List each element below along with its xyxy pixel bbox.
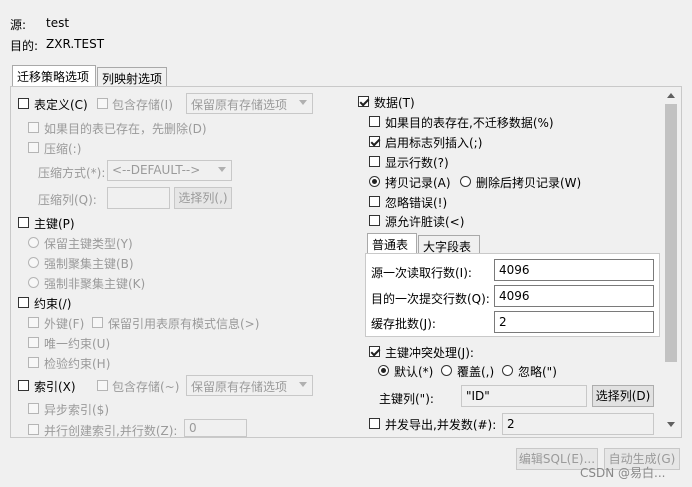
keep-pk-type-radio[interactable]: [28, 237, 39, 248]
identity-insert-label: 启用标志列插入(;): [385, 136, 483, 150]
scroll-thumb[interactable]: [665, 104, 677, 362]
tab-migration-strategy[interactable]: 迁移策略选项: [12, 65, 96, 87]
dirty-read-label: 源允许脏读(<): [385, 215, 465, 229]
cache-batches-label: 缓存批数(J):: [371, 317, 436, 331]
subtab-lob-table[interactable]: 大字段表: [418, 235, 480, 255]
pk-col-input[interactable]: "ID": [461, 385, 587, 407]
select-col-button[interactable]: 选择列(,): [174, 187, 232, 209]
parallel-index-label: 并行创建索引,并行数(Z):: [44, 424, 178, 438]
chevron-down-icon: [218, 167, 226, 172]
pk-conflict-checkbox[interactable]: [369, 346, 380, 357]
read-rows-input[interactable]: 4096: [494, 259, 654, 281]
pk-default-label: 默认(*): [394, 365, 434, 379]
target-label: 目的:: [10, 39, 39, 53]
data-checkbox[interactable]: [358, 96, 369, 107]
cache-batches-input[interactable]: 2: [494, 311, 654, 333]
pk-ignore-radio[interactable]: [502, 365, 513, 376]
copy-records-radio[interactable]: [369, 176, 380, 187]
compress-label: 压缩(:): [44, 142, 82, 156]
scroll-down-icon[interactable]: [667, 422, 675, 427]
force-noncluster-pk-radio[interactable]: [28, 277, 39, 288]
dirty-read-checkbox[interactable]: [369, 215, 380, 226]
parallel-export-checkbox[interactable]: [369, 418, 380, 429]
table-def-label: 表定义(C): [34, 98, 88, 112]
drop-if-exists-label: 如果目的表已存在，先删除(D): [44, 122, 207, 136]
vertical-scrollbar[interactable]: [663, 89, 679, 435]
index-label: 索引(X): [34, 380, 76, 394]
chevron-down-icon: [299, 100, 307, 105]
source-label: 源:: [10, 18, 27, 32]
check-constraint-label: 检验约束(H): [44, 357, 111, 371]
primary-key-checkbox[interactable]: [18, 217, 29, 228]
skip-if-exists-label: 如果目的表存在,不迁移数据(%): [385, 116, 554, 130]
compress-col-label: 压缩列(Q):: [38, 193, 97, 207]
target-value: ZXR.TEST: [46, 37, 105, 51]
delete-then-copy-radio[interactable]: [460, 176, 471, 187]
force-noncluster-pk-label: 强制非聚集主键(K): [44, 277, 146, 291]
parallel-export-label: 并发导出,并发数(#):: [385, 418, 497, 432]
keep-ref-schema-checkbox[interactable]: [92, 317, 103, 328]
source-value: test: [46, 16, 70, 30]
async-index-label: 异步索引($): [44, 403, 109, 417]
keep-pk-type-label: 保留主键类型(Y): [44, 237, 133, 251]
foreign-key-checkbox[interactable]: [28, 317, 39, 328]
chevron-down-icon: [299, 382, 307, 387]
compress-method-label: 压缩方式(*):: [38, 166, 106, 180]
unique-checkbox[interactable]: [28, 337, 39, 348]
pk-default-radio[interactable]: [378, 365, 389, 376]
foreign-key-label: 外键(F): [44, 317, 85, 331]
parallel-export-input[interactable]: 2: [502, 413, 654, 435]
ignore-errors-checkbox[interactable]: [369, 196, 380, 207]
data-label: 数据(T): [374, 96, 415, 110]
index-include-storage-checkbox[interactable]: [97, 380, 108, 391]
commit-rows-input[interactable]: 4096: [494, 285, 654, 307]
read-rows-label: 源一次读取行数(I):: [371, 266, 472, 280]
pk-select-col-button[interactable]: 选择列(D): [592, 385, 654, 407]
index-include-storage-label: 包含存储(~): [112, 380, 180, 394]
table-def-checkbox[interactable]: [18, 98, 29, 109]
include-storage-label: 包含存储(I): [112, 98, 173, 112]
include-storage-checkbox[interactable]: [97, 98, 108, 109]
force-cluster-pk-label: 强制聚集主键(B): [44, 257, 134, 271]
commit-rows-label: 目的一次提交行数(Q):: [371, 292, 490, 306]
drop-if-exists-checkbox[interactable]: [28, 122, 39, 133]
compress-checkbox[interactable]: [28, 142, 39, 153]
ignore-errors-label: 忽略错误(!): [385, 196, 448, 210]
constraint-checkbox[interactable]: [18, 297, 29, 308]
compress-col-input[interactable]: [107, 187, 170, 209]
check-constraint-checkbox[interactable]: [28, 357, 39, 368]
tab-column-mapping[interactable]: 列映射选项: [97, 67, 167, 87]
parallel-index-input[interactable]: 0: [184, 419, 247, 437]
show-rows-checkbox[interactable]: [369, 156, 380, 167]
pk-overwrite-radio[interactable]: [441, 365, 452, 376]
primary-key-label: 主键(P): [34, 217, 75, 231]
index-checkbox[interactable]: [18, 380, 29, 391]
unique-label: 唯一约束(U): [44, 337, 111, 351]
skip-if-exists-checkbox[interactable]: [369, 116, 380, 127]
constraint-label: 约束(/): [34, 297, 72, 311]
index-storage-option-select[interactable]: 保留原有存储选项: [186, 375, 313, 396]
pk-overwrite-label: 覆盖(,): [457, 365, 495, 379]
show-rows-label: 显示行数(?): [385, 156, 449, 170]
async-index-checkbox[interactable]: [28, 403, 39, 414]
subtab-normal-table[interactable]: 普通表: [367, 233, 417, 255]
identity-insert-checkbox[interactable]: [369, 136, 380, 147]
parallel-index-checkbox[interactable]: [28, 424, 39, 435]
scroll-up-icon[interactable]: [667, 93, 675, 98]
force-cluster-pk-radio[interactable]: [28, 257, 39, 268]
storage-option-select[interactable]: 保留原有存储选项: [186, 93, 313, 114]
compress-method-select[interactable]: <--DEFAULT-->: [107, 160, 232, 181]
copy-records-label: 拷贝记录(A): [385, 176, 451, 190]
pk-ignore-label: 忽略("): [518, 365, 557, 379]
watermark: CSDN @易白...: [580, 466, 666, 480]
delete-then-copy-label: 删除后拷贝记录(W): [476, 176, 582, 190]
keep-ref-schema-label: 保留引用表原有模式信息(>): [108, 317, 260, 331]
pk-col-label: 主键列("):: [379, 392, 434, 406]
pk-conflict-label: 主键冲突处理(J):: [385, 346, 474, 360]
